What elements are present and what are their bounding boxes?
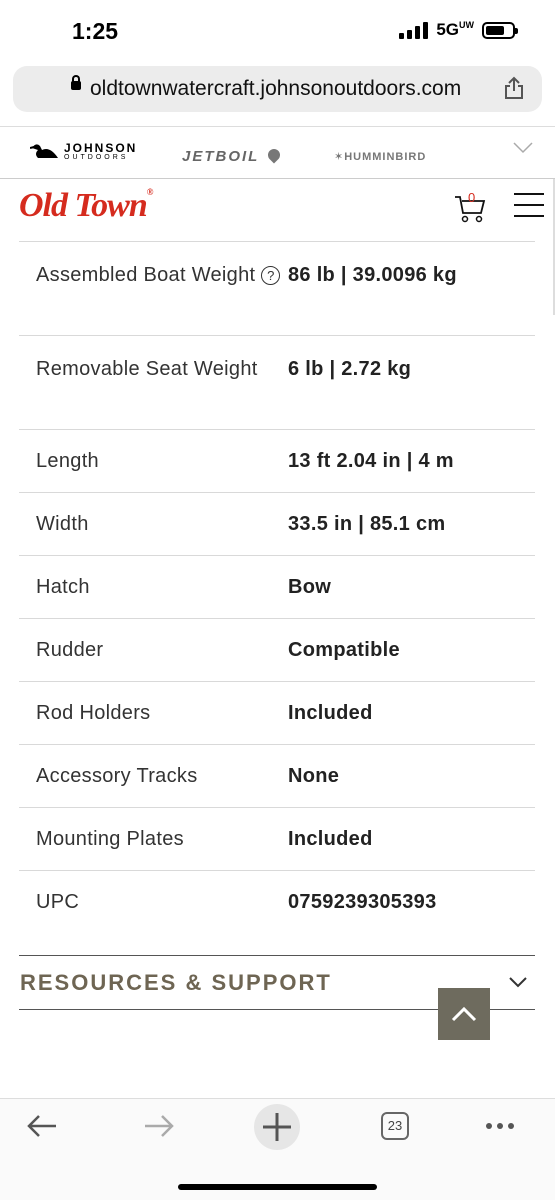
- specs-table: Assembled Boat Weight? 86 lb | 39.0096 k…: [19, 241, 535, 933]
- more-menu-icon[interactable]: [486, 1123, 514, 1129]
- loon-icon: [30, 144, 58, 158]
- status-indicators: 5GUW: [399, 20, 518, 40]
- spec-label: Mounting Plates: [36, 828, 184, 850]
- spec-value: Compatible: [288, 639, 400, 661]
- spec-label: Assembled Boat Weight?: [19, 242, 288, 335]
- site-header: Old Town® 0: [0, 179, 555, 241]
- signal-icon: [399, 21, 429, 39]
- brand-bar: JOHNSON OUTDOORS JETBOIL ✶HUMMINBIRD: [0, 128, 555, 178]
- spec-value: Bow: [288, 576, 332, 598]
- home-indicator[interactable]: [178, 1184, 377, 1190]
- spec-value: Included: [288, 702, 373, 724]
- johnson-outdoors-logo[interactable]: JOHNSON OUTDOORS: [30, 138, 137, 164]
- spec-value: 0759239305393: [288, 891, 437, 913]
- flame-icon: [265, 146, 283, 164]
- jetboil-logo[interactable]: JETBOIL: [182, 146, 283, 165]
- spec-label: Removable Seat Weight: [36, 358, 258, 380]
- battery-icon: [482, 21, 518, 39]
- spec-label: Hatch: [36, 576, 90, 598]
- back-arrow-icon[interactable]: [26, 1113, 58, 1139]
- divider: [0, 126, 555, 127]
- spec-value: 13 ft 2.04 in | 4 m: [288, 450, 454, 472]
- spec-value: None: [288, 765, 340, 787]
- help-icon[interactable]: ?: [261, 266, 281, 286]
- plus-icon: [263, 1113, 291, 1141]
- network-label: 5GUW: [436, 20, 474, 39]
- spec-value: Included: [288, 828, 373, 850]
- spec-label: Rudder: [36, 639, 104, 661]
- table-row: Removable Seat Weight 6 lb | 2.72 kg: [19, 335, 535, 429]
- hamburger-menu-icon[interactable]: [514, 193, 544, 217]
- tabs-button[interactable]: 23: [381, 1112, 409, 1140]
- status-time: 1:25: [72, 18, 119, 44]
- old-town-logo[interactable]: Old Town®: [19, 187, 153, 225]
- status-bar: 1:25 5GUW: [0, 0, 555, 64]
- bird-icon: ✶: [334, 151, 345, 163]
- table-row: Mounting Plates Included: [19, 807, 535, 870]
- address-bar[interactable]: oldtownwatercraft.johnsonoutdoors.com: [13, 66, 542, 112]
- forward-arrow-icon[interactable]: [143, 1113, 175, 1139]
- spec-label: Accessory Tracks: [36, 765, 198, 787]
- spec-label: UPC: [36, 891, 80, 913]
- lock-icon: [71, 75, 81, 90]
- johnson-text: JOHNSON: [64, 140, 138, 155]
- spec-value: 86 lb | 39.0096 kg: [288, 264, 457, 286]
- table-row: Hatch Bow: [19, 555, 535, 618]
- spec-value: 6 lb | 2.72 kg: [288, 358, 412, 380]
- spec-label: Length: [36, 450, 99, 472]
- table-row: Rod Holders Included: [19, 681, 535, 744]
- share-icon[interactable]: [503, 76, 525, 100]
- table-row: Assembled Boat Weight? 86 lb | 39.0096 k…: [19, 241, 535, 335]
- spec-label: Rod Holders: [36, 702, 151, 724]
- chevron-down-icon[interactable]: [509, 976, 527, 988]
- resources-title: RESOURCES & SUPPORT: [20, 970, 332, 995]
- humminbird-logo[interactable]: ✶HUMMINBIRD: [334, 150, 426, 163]
- table-row: UPC 0759239305393: [19, 870, 535, 933]
- url-text[interactable]: oldtownwatercraft.johnsonoutdoors.com: [90, 77, 461, 101]
- table-row: Length 13 ft 2.04 in | 4 m: [19, 429, 535, 492]
- spec-value: 33.5 in | 85.1 cm: [288, 513, 446, 535]
- chevron-up-icon: [451, 1006, 477, 1022]
- scroll-to-top-button[interactable]: [438, 988, 490, 1040]
- table-row: Width 33.5 in | 85.1 cm: [19, 492, 535, 555]
- chevron-down-icon[interactable]: [513, 142, 533, 154]
- table-row: Accessory Tracks None: [19, 744, 535, 807]
- outdoors-text: OUTDOORS: [64, 153, 129, 161]
- table-row: Rudder Compatible: [19, 618, 535, 681]
- new-tab-button[interactable]: [254, 1104, 300, 1150]
- cart-count: 0: [468, 190, 476, 205]
- spec-label: Width: [36, 513, 89, 535]
